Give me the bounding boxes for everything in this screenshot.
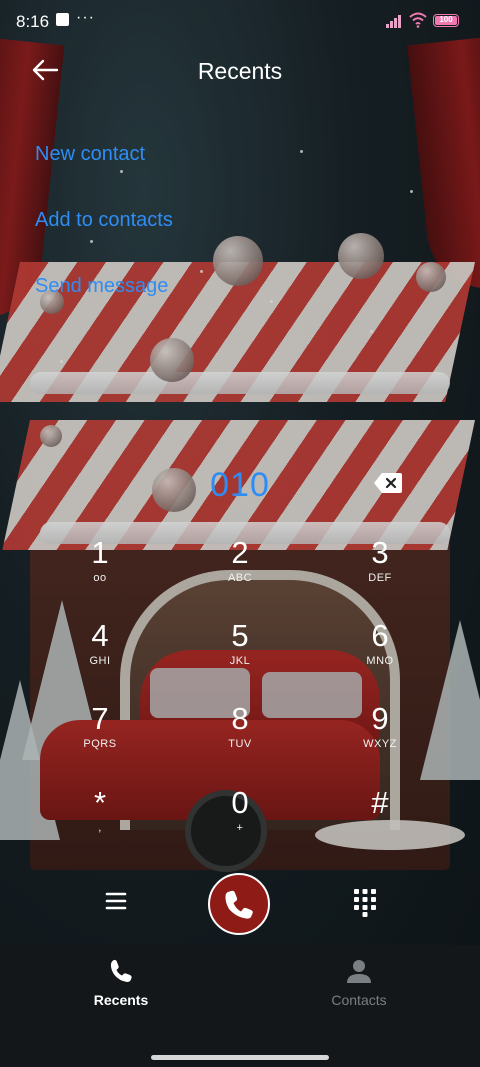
key-digit: 7 [91, 701, 109, 736]
tab-contacts[interactable]: Contacts [279, 957, 439, 1008]
key-2[interactable]: 2 ABC [180, 536, 300, 614]
key-digit: 4 [91, 618, 109, 653]
notification-icon [56, 13, 69, 26]
key-digit: 5 [231, 618, 249, 653]
key-8[interactable]: 8 TUV [180, 702, 300, 780]
tab-recents-label: Recents [93, 992, 149, 1008]
key-letters: DEF [368, 572, 392, 584]
key-digit: 1 [91, 535, 109, 570]
key-digit: 9 [371, 701, 389, 736]
key-5[interactable]: 5 JKL [180, 619, 300, 697]
phone-icon [225, 890, 253, 919]
key-digit: 0 [231, 785, 249, 820]
signal-icon [386, 14, 404, 28]
key-3[interactable]: 3 DEF [320, 536, 440, 614]
tab-recents[interactable]: Recents [41, 957, 201, 1008]
key-letters: , [98, 822, 102, 834]
key-9[interactable]: 9 WXYZ [320, 702, 440, 780]
new-contact-link[interactable]: New contact [35, 143, 145, 166]
key-letters: PQRS [83, 738, 117, 750]
add-to-contacts-link[interactable]: Add to contacts [35, 209, 173, 232]
key-digit: 3 [371, 535, 389, 570]
key-letters: + [236, 822, 244, 834]
tab-contacts-label: Contacts [331, 992, 387, 1008]
key-4[interactable]: 4 GHI [40, 619, 160, 697]
key-1[interactable]: 1 oo [40, 536, 160, 614]
battery-level: 100 [439, 15, 453, 24]
key-7[interactable]: 7 PQRS [40, 702, 160, 780]
key-letters: TUV [228, 738, 252, 750]
menu-icon[interactable] [100, 885, 132, 917]
key-letters: MNO [366, 655, 394, 667]
key-6[interactable]: 6 MNO [320, 619, 440, 697]
key-digit: 8 [231, 701, 249, 736]
bottom-tab-bar: Recents Contacts [0, 945, 480, 1067]
key-digit: # [371, 785, 389, 820]
key-letters: ABC [227, 572, 253, 584]
dialpad-icon[interactable] [351, 886, 379, 918]
backspace-icon[interactable] [372, 470, 404, 496]
key-0[interactable]: 0 + [180, 786, 300, 864]
key-star[interactable]: * , [40, 786, 160, 864]
status-bar: 8:16 ··· 100 [0, 0, 480, 44]
key-digit: * [93, 785, 107, 820]
person-icon [347, 960, 371, 983]
dialed-number: 010 [210, 466, 270, 504]
phone-icon [110, 959, 132, 982]
send-message-link[interactable]: Send message [35, 275, 168, 298]
key-letters: WXYZ [363, 738, 397, 750]
status-time: 8:16 [16, 12, 50, 31]
home-indicator[interactable] [151, 1055, 329, 1060]
key-letters: oo [93, 572, 107, 584]
wifi-icon [409, 12, 427, 28]
page-title: Recents [197, 58, 283, 84]
key-letters: JKL [229, 655, 251, 667]
key-letters: GHI [89, 655, 111, 667]
key-digit: 2 [231, 535, 249, 570]
call-button[interactable] [208, 873, 270, 935]
battery-icon: 100 [433, 14, 459, 27]
key-hash[interactable]: # [320, 786, 440, 864]
key-digit: 6 [371, 618, 389, 653]
more-notifications-icon: ··· [76, 9, 95, 26]
